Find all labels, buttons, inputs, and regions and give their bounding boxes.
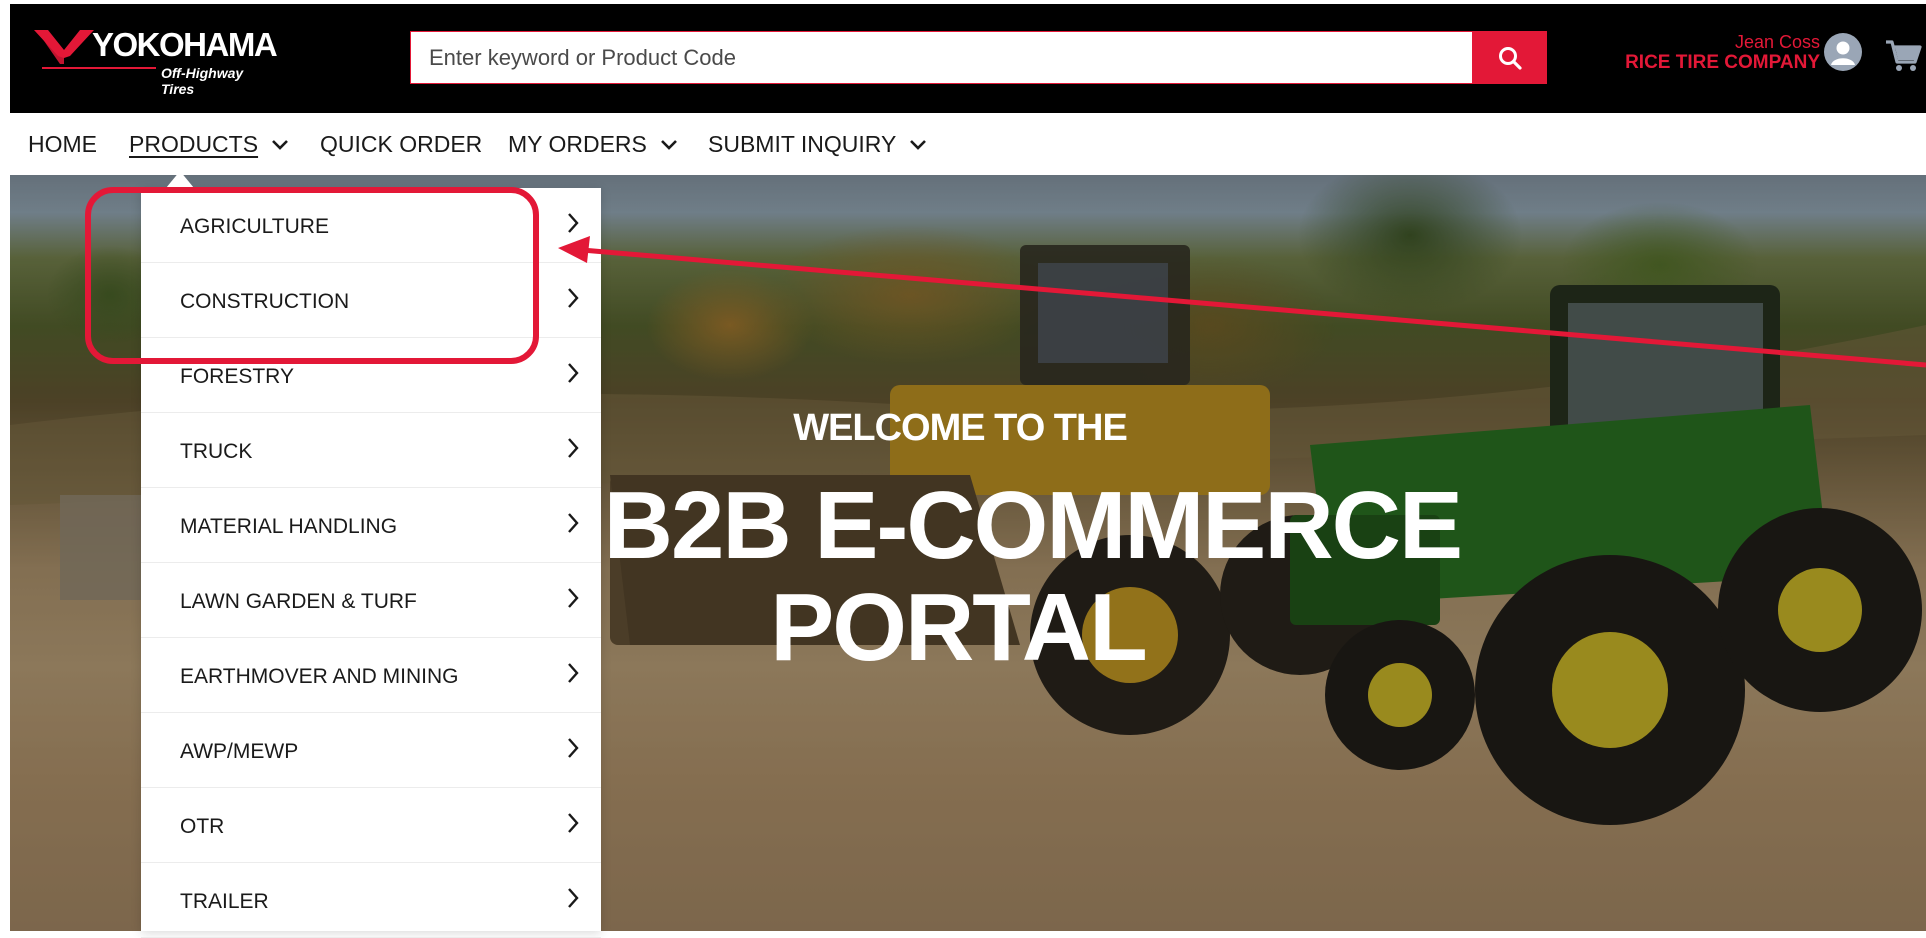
- account-info[interactable]: Jean Coss RICE TIRE COMPANY: [1620, 32, 1820, 74]
- menu-item-lawn-garden-turf[interactable]: LAWN GARDEN & TURF: [141, 563, 601, 638]
- top-header: YOKOHAMA Off-Highway Tires Jean Coss RIC…: [10, 4, 1926, 113]
- chevron-down-icon: [910, 139, 927, 150]
- yokohama-logo[interactable]: YOKOHAMA Off-Highway Tires: [34, 26, 278, 97]
- brand-name: YOKOHAMA: [92, 26, 278, 63]
- user-avatar-icon[interactable]: [1824, 33, 1862, 71]
- search-button[interactable]: [1472, 31, 1547, 84]
- nav-submit-inquiry[interactable]: SUBMIT INQUIRY: [708, 131, 928, 158]
- menu-item-label: TRAILER: [180, 890, 269, 913]
- menu-item-label: AGRICULTURE: [180, 215, 329, 238]
- menu-item-label: FORESTRY: [180, 365, 294, 388]
- menu-item-label: OTR: [180, 815, 225, 838]
- chevron-right-icon: [568, 513, 579, 533]
- menu-item-trailer[interactable]: TRAILER: [141, 863, 601, 938]
- menu-item-truck[interactable]: TRUCK: [141, 413, 601, 488]
- brand-tagline: Off-Highway Tires: [161, 65, 244, 97]
- chevron-right-icon: [568, 288, 579, 308]
- menu-item-label: MATERIAL HANDLING: [180, 515, 398, 538]
- chevron-right-icon: [568, 588, 579, 608]
- menu-item-earthmover-mining[interactable]: EARTHMOVER AND MINING: [141, 638, 601, 713]
- nav-my-orders[interactable]: MY ORDERS: [508, 131, 679, 158]
- menu-item-label: CONSTRUCTION: [180, 290, 350, 313]
- menu-item-label: LAWN GARDEN & TURF: [180, 590, 417, 613]
- nav-quick-order[interactable]: QUICK ORDER: [320, 131, 482, 158]
- chevron-right-icon: [568, 663, 579, 683]
- nav-quick-order-label: QUICK ORDER: [320, 131, 483, 157]
- chevron-right-icon: [568, 363, 579, 383]
- user-name: Jean Coss: [1734, 32, 1820, 52]
- dropdown-caret: [166, 171, 194, 188]
- menu-item-label: AWP/MEWP: [180, 740, 299, 763]
- chevron-right-icon: [568, 738, 579, 758]
- chevron-down-icon: [660, 139, 677, 150]
- user-company: RICE TIRE COMPANY: [1625, 52, 1820, 73]
- yokohama-y-mark-icon: [34, 30, 94, 64]
- chevron-right-icon: [568, 438, 579, 458]
- cart-icon[interactable]: [1884, 38, 1922, 79]
- chevron-right-icon: [568, 813, 579, 833]
- search-icon: [1498, 46, 1522, 70]
- chevron-down-icon: [272, 139, 288, 150]
- menu-item-agriculture[interactable]: AGRICULTURE: [141, 188, 601, 263]
- main-nav: HOME PRODUCTS QUICK ORDER MY ORDERS SUBM…: [10, 113, 1926, 175]
- menu-item-awp-mewp[interactable]: AWP/MEWP: [141, 713, 601, 788]
- products-dropdown-menu: AGRICULTURE CONSTRUCTION FORESTRY TRUCK …: [141, 188, 601, 938]
- chevron-right-icon: [568, 888, 579, 908]
- logo-underline: [42, 67, 156, 69]
- nav-submit-inquiry-label: SUBMIT INQUIRY: [708, 131, 897, 157]
- nav-home-label: HOME: [28, 131, 97, 157]
- menu-item-forestry[interactable]: FORESTRY: [141, 338, 601, 413]
- nav-my-orders-label: MY ORDERS: [508, 131, 647, 157]
- menu-item-label: TRUCK: [180, 440, 253, 463]
- search-input[interactable]: [411, 32, 1471, 83]
- menu-item-material-handling[interactable]: MATERIAL HANDLING: [141, 488, 601, 563]
- menu-item-otr[interactable]: OTR: [141, 788, 601, 863]
- nav-products-label: PRODUCTS: [129, 131, 259, 157]
- menu-item-label: EARTHMOVER AND MINING: [180, 665, 459, 688]
- chevron-right-icon: [568, 213, 579, 233]
- menu-item-construction[interactable]: CONSTRUCTION: [141, 263, 601, 338]
- search-bar: [410, 31, 1547, 84]
- nav-home[interactable]: HOME: [28, 131, 97, 158]
- nav-products[interactable]: PRODUCTS: [129, 131, 290, 158]
